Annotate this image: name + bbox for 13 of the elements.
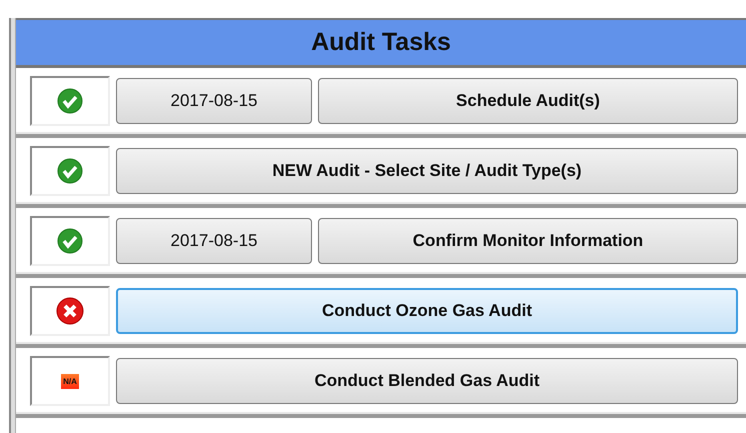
error-icon	[56, 297, 84, 325]
check-icon	[57, 158, 83, 184]
na-badge: N/A	[61, 374, 79, 388]
check-icon	[57, 88, 83, 114]
task-button[interactable]: Confirm Monitor Information	[318, 218, 738, 264]
check-icon	[57, 228, 83, 254]
task-button[interactable]: Conduct Ozone Gas Audit	[116, 288, 738, 334]
task-button[interactable]: Conduct Blended Gas Audit	[116, 358, 738, 404]
task-button[interactable]: NEW Audit - Select Site / Audit Type(s)	[116, 148, 738, 194]
date-button[interactable]: 2017-08-15	[116, 218, 312, 264]
date-button[interactable]: 2017-08-15	[116, 78, 312, 124]
task-button[interactable]: Schedule Audit(s)	[318, 78, 738, 124]
panel-title: Audit Tasks	[16, 18, 746, 68]
